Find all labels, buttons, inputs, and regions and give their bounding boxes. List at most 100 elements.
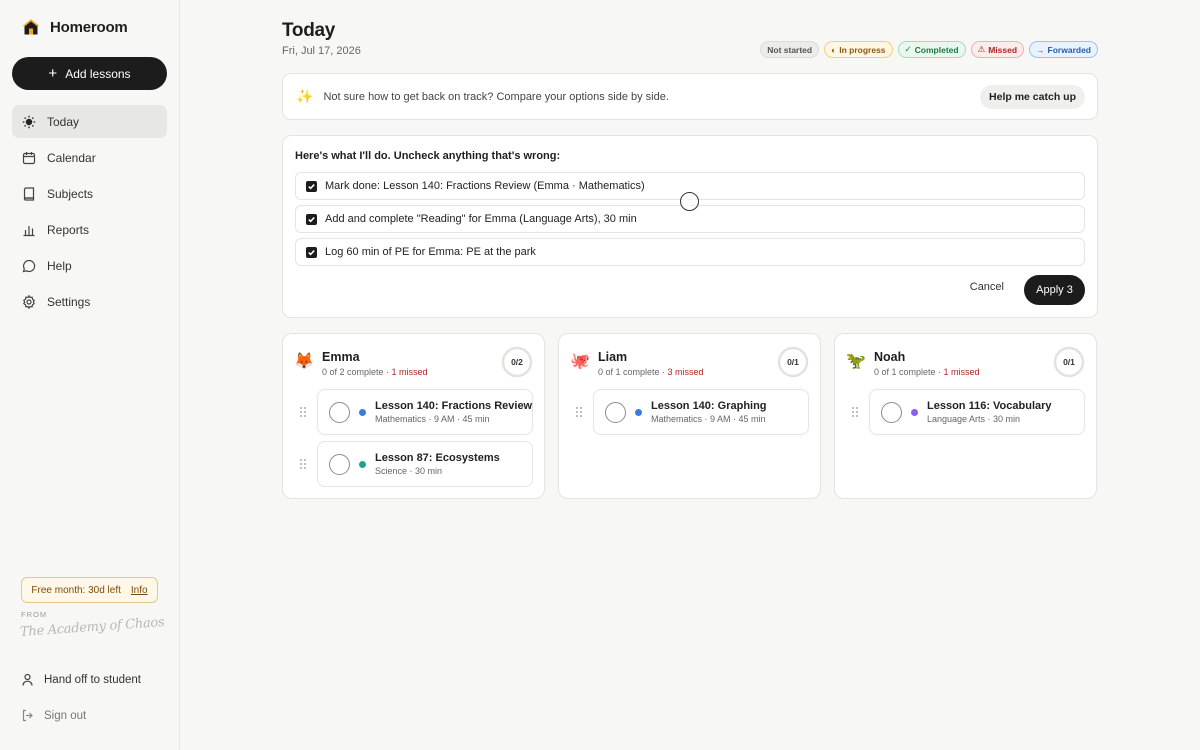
drag-handle-icon[interactable] (299, 406, 307, 418)
plan-item-log-pe[interactable]: Log 60 min of PE for Emma: PE at the par… (295, 238, 1085, 266)
catch-up-tip: ✨ Not sure how to get back on track? Com… (282, 73, 1098, 120)
lesson-status-toggle[interactable] (329, 402, 350, 423)
arrow-right-icon: → (1036, 44, 1045, 55)
progress-ring-label: 0/2 (511, 357, 523, 367)
plan-item-label: Mark done: Lesson 140: Fractions Review … (325, 180, 645, 192)
lesson-card[interactable]: Lesson 140: Fractions Review Mathematics… (317, 389, 533, 435)
fox-avatar-icon: 🦊 (294, 353, 314, 370)
cancel-button[interactable]: Cancel (970, 281, 1004, 293)
sidebar: Homeroom + Add lessons Today Calendar Su… (0, 0, 180, 750)
subject-color-dot (635, 409, 642, 416)
user-icon (22, 673, 33, 686)
lesson-status-toggle[interactable] (881, 402, 902, 423)
calendar-icon (22, 151, 36, 164)
sidebar-item-reports[interactable]: Reports (12, 213, 167, 246)
plus-icon: + (48, 65, 58, 82)
student-name: Noah (874, 350, 906, 364)
student-progress: 0 of 1 complete · 3 missed (598, 367, 704, 377)
sign-out-button[interactable]: Sign out (21, 709, 86, 722)
sidebar-item-help[interactable]: Help (12, 249, 167, 282)
warning-icon: ⚠ (977, 44, 986, 54)
progress-ring: 0/2 (501, 346, 533, 378)
check-icon (308, 249, 315, 256)
lesson-title: Lesson 87: Ecosystems (375, 452, 500, 464)
checkbox-checked[interactable] (306, 180, 317, 192)
missed-count: 1 missed (943, 367, 980, 377)
catch-up-plan: Here's what I'll do. Uncheck anything th… (282, 135, 1098, 318)
status-badge-not-started: Not started (760, 41, 820, 58)
sun-icon (22, 115, 36, 128)
badge-label: Missed (988, 44, 1018, 55)
subject-color-dot (359, 409, 366, 416)
book-icon (23, 186, 35, 201)
progress-ring: 0/1 (1053, 346, 1085, 378)
sidebar-item-subjects[interactable]: Subjects (12, 177, 167, 210)
lesson-title: Lesson 140: Graphing (651, 400, 767, 412)
apply-button[interactable]: Apply 3 (1024, 275, 1085, 305)
lesson-meta: Science · 30 min (375, 466, 443, 476)
sidebar-item-calendar[interactable]: Calendar (12, 141, 167, 174)
drag-handle-icon[interactable] (575, 406, 583, 418)
sidebar-item-today[interactable]: Today (12, 105, 167, 138)
progress-text: 0 of 1 complete · (598, 367, 668, 377)
add-lessons-button[interactable]: + Add lessons (12, 57, 167, 90)
lesson-title: Lesson 140: Fractions Review (375, 400, 533, 412)
trial-info-link[interactable]: Info (131, 585, 148, 596)
student-progress: 0 of 2 complete · 1 missed (322, 367, 428, 377)
brand[interactable]: Homeroom (22, 18, 128, 36)
drag-handle-icon[interactable] (299, 458, 307, 470)
plan-item-label: Log 60 min of PE for Emma: PE at the par… (325, 246, 536, 258)
sidebar-item-label: Calendar (47, 150, 96, 165)
hand-off-button[interactable]: Hand off to student (21, 673, 141, 686)
trial-banner: Free month: 30d left Info (21, 577, 158, 603)
help-me-catch-up-button[interactable]: Help me catch up (980, 84, 1085, 109)
check-icon (308, 183, 315, 190)
from-label: FROM (21, 610, 48, 619)
status-badge-forwarded: → Forwarded (1029, 41, 1098, 58)
hand-off-label: Hand off to student (44, 673, 141, 686)
plan-heading: Here's what I'll do. Uncheck anything th… (295, 150, 561, 162)
progress-ring: 0/1 (777, 346, 809, 378)
progress-text: 0 of 1 complete · (874, 367, 944, 377)
sidebar-item-settings[interactable]: Settings (12, 285, 167, 318)
lesson-card[interactable]: Lesson 87: Ecosystems Science · 30 min (317, 441, 533, 487)
chat-bubble-icon (22, 259, 36, 272)
page-title: Today (282, 20, 336, 41)
student-name: Emma (322, 350, 360, 364)
lesson-status-toggle[interactable] (605, 402, 626, 423)
sidebar-item-label: Settings (47, 294, 91, 309)
bar-chart-icon (23, 225, 35, 236)
badge-label: Completed (914, 44, 959, 55)
sidebar-item-label: Subjects (47, 186, 94, 201)
subject-color-dot (359, 461, 366, 468)
add-lessons-label: Add lessons (65, 66, 131, 81)
mouse-cursor (680, 192, 699, 211)
octopus-avatar-icon: 🐙 (570, 353, 590, 370)
sidebar-item-label: Today (47, 114, 80, 129)
student-card-liam: 🐙 Liam 0 of 1 complete · 3 missed 0/1 Le… (558, 333, 821, 499)
lesson-status-toggle[interactable] (329, 454, 350, 475)
status-badge-missed: ⚠ Missed (970, 41, 1025, 58)
lesson-card[interactable]: Lesson 140: Graphing Mathematics · 9 AM … (593, 389, 809, 435)
dinosaur-avatar-icon: 🦖 (846, 353, 866, 370)
lesson-meta: Mathematics · 9 AM · 45 min (375, 414, 490, 424)
checkbox-checked[interactable] (306, 246, 317, 258)
lesson-meta: Language Arts · 30 min (927, 414, 1021, 424)
lesson-card[interactable]: Lesson 116: Vocabulary Language Arts · 3… (869, 389, 1085, 435)
progress-text: 0 of 2 complete · (322, 367, 392, 377)
lesson-meta: Mathematics · 9 AM · 45 min (651, 414, 766, 424)
sign-out-icon (22, 709, 33, 722)
check-icon: ✓ (904, 44, 912, 54)
student-card-emma: 🦊 Emma 0 of 2 complete · 1 missed 0/2 Le… (282, 333, 545, 499)
trial-text: Free month: 30d left (31, 584, 121, 596)
progress-ring-label: 0/1 (787, 357, 799, 367)
subject-color-dot (911, 409, 918, 416)
student-progress: 0 of 1 complete · 1 missed (874, 367, 980, 377)
drag-handle-icon[interactable] (851, 406, 859, 418)
missed-count: 1 missed (391, 367, 428, 377)
half-circle-icon: ◐ (831, 44, 837, 55)
tip-text: Not sure how to get back on track? Compa… (323, 90, 669, 103)
missed-count: 3 missed (667, 367, 704, 377)
student-card-noah: 🦖 Noah 0 of 1 complete · 1 missed 0/1 Le… (834, 333, 1097, 499)
checkbox-checked[interactable] (306, 213, 317, 225)
